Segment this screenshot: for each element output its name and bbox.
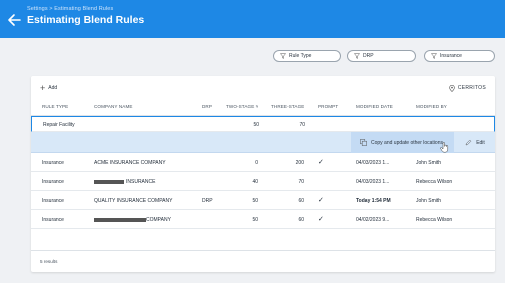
redacted-block — [94, 179, 124, 184]
column-header-company-name[interactable]: COMPANY NAME — [94, 104, 199, 109]
back-arrow-icon[interactable] — [7, 13, 21, 27]
cell-three-stage: 60 — [298, 217, 304, 223]
results-count: 5 results — [40, 259, 58, 264]
cell-two-stage: 50 — [253, 122, 259, 128]
page-title: Estimating Blend Rules — [27, 14, 145, 26]
filter-label: Insurance — [440, 53, 462, 59]
filter-label: Rule Type — [289, 53, 312, 59]
add-button[interactable]: + Add — [40, 83, 58, 93]
company-text: INSURANCE — [126, 179, 156, 185]
column-header-prompt[interactable]: PROMPT — [318, 104, 340, 109]
filter-rule-type[interactable]: Rule Type — [273, 50, 341, 62]
cell-three-stage: 70 — [299, 122, 305, 128]
location-selector[interactable]: CERRITOS — [449, 84, 486, 92]
table-row[interactable]: Insurance ACME INSURANCE COMPANY 0 200 ✓… — [31, 153, 495, 172]
copy-update-locations-button[interactable]: Copy and update other locations — [351, 132, 454, 153]
cell-modified-date: 04/03/2023 1... — [356, 179, 390, 185]
edit-label: Edit — [476, 139, 485, 146]
app-header: Settings > Estimating Blend Rules Estima… — [0, 0, 505, 38]
cell-rule-type: Insurance — [42, 160, 64, 166]
filter-icon — [280, 53, 286, 59]
copy-label: Copy and update other locations — [371, 139, 443, 146]
column-header-three-stage[interactable]: THREE-STAGE % — [271, 104, 304, 109]
cell-rule-type: Insurance — [42, 179, 64, 185]
add-label: Add — [48, 85, 58, 91]
plus-icon: + — [40, 83, 46, 93]
cell-drp: DRP — [202, 198, 213, 204]
cell-company: ACME INSURANCE COMPANY — [94, 160, 166, 166]
cell-two-stage: 40 — [252, 179, 258, 185]
filter-drp[interactable]: DRP — [347, 50, 416, 62]
check-icon: ✓ — [318, 159, 324, 166]
hand-cursor-icon — [440, 142, 449, 153]
filter-insurance[interactable]: Insurance — [424, 50, 495, 62]
cell-two-stage: 50 — [252, 217, 258, 223]
redacted-block — [94, 217, 146, 222]
table-row[interactable]: Insurance COMPANY 50 60 ✓ 04/02/2023 9..… — [31, 210, 495, 229]
column-header-modified-by[interactable]: MODIFIED BY — [416, 104, 486, 109]
cell-two-stage: 0 — [255, 160, 258, 166]
cell-rule-type: Insurance — [42, 198, 64, 204]
cell-modified-date: 04/03/2023 1... — [356, 160, 390, 166]
table-row[interactable]: Repair Facility 50 70 — [31, 116, 495, 132]
company-text: COMPANY — [146, 217, 171, 223]
cell-modified-by: Rebecca Wilson — [416, 217, 453, 223]
table-row[interactable]: Insurance QUALITY INSURANCE COMPANY DRP … — [31, 191, 495, 210]
cell-modified-by: John Smith — [416, 198, 442, 204]
filter-icon — [354, 53, 360, 59]
cell-modified-by: John Smith — [416, 160, 442, 166]
copy-icon — [360, 139, 367, 146]
cell-modified-date: Today 1:54 PM — [356, 198, 391, 204]
filter-label: DRP — [363, 53, 374, 59]
cell-modified-by: Rebecca Wilson — [416, 179, 453, 185]
table-row[interactable]: Insurance INSURANCE 40 70 04/03/2023 1..… — [31, 172, 495, 191]
cell-rule-type: Insurance — [42, 217, 64, 223]
row-action-bar: Copy and update other locations Edit — [31, 132, 495, 153]
column-header-two-stage[interactable]: TWO-STAGE % — [226, 104, 258, 109]
check-icon: ✓ — [318, 197, 324, 204]
filter-icon — [431, 53, 437, 59]
pencil-icon — [465, 139, 472, 146]
cell-company: QUALITY INSURANCE COMPANY — [94, 198, 173, 204]
cell-three-stage: 200 — [295, 160, 304, 166]
edit-button[interactable]: Edit — [455, 132, 495, 153]
table-header: RULE TYPE COMPANY NAME DRP TWO-STAGE % T… — [31, 98, 495, 116]
column-header-modified-date[interactable]: MODIFIED DATE — [356, 104, 412, 109]
cell-rule-type: Repair Facility — [43, 122, 75, 128]
rules-table-card: + Add CERRITOS RULE TYPE COMPANY NAME DR… — [31, 76, 495, 272]
cell-company: COMPANY — [94, 217, 199, 223]
location-pin-icon — [449, 84, 455, 92]
column-header-drp[interactable]: DRP — [202, 104, 222, 109]
column-header-rule-type[interactable]: RULE TYPE — [42, 104, 94, 109]
cell-modified-date: 04/02/2023 9... — [356, 217, 390, 223]
breadcrumb[interactable]: Settings > Estimating Blend Rules — [27, 6, 113, 12]
location-label: CERRITOS — [457, 85, 486, 91]
cell-three-stage: 70 — [298, 179, 304, 185]
check-icon: ✓ — [318, 216, 324, 223]
cell-company: INSURANCE — [94, 179, 199, 185]
cell-three-stage: 60 — [298, 198, 304, 204]
cell-two-stage: 50 — [252, 198, 258, 204]
table-footer: 5 results — [31, 250, 495, 272]
